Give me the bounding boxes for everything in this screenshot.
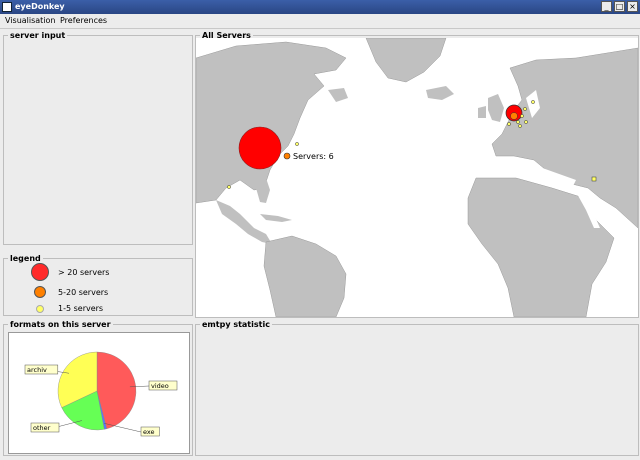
server-small-na-1[interactable]: [295, 142, 299, 146]
server-small-eu-5[interactable]: [531, 100, 535, 104]
server-small-eu-3[interactable]: [523, 107, 527, 111]
server-small-eu-1[interactable]: [516, 120, 520, 124]
maximize-button[interactable]: □: [614, 1, 625, 12]
server-small-eu-6[interactable]: [524, 120, 528, 124]
close-button[interactable]: ×: [627, 1, 638, 12]
pie-chart-area: video exe other archiv: [8, 332, 190, 454]
medium-dot-icon: [34, 286, 46, 298]
server-small-na-2[interactable]: [227, 185, 231, 189]
server-input-panel: server input: [3, 30, 193, 245]
app-icon: [2, 2, 12, 12]
pie-label-other: other: [33, 424, 51, 432]
server-cluster-medium-eu[interactable]: [510, 112, 518, 120]
world-map[interactable]: Servers: 6: [196, 38, 638, 317]
server-input-title: server input: [8, 30, 68, 41]
window-title: eyeDonkey: [15, 2, 65, 11]
pie-label-archiv: archiv: [27, 366, 47, 374]
empty-statistic-panel: emtpy statistic: [195, 319, 639, 456]
formats-title: formats on this server: [8, 319, 113, 330]
server-small-eu-7[interactable]: [507, 122, 511, 126]
pie-label-exe: exe: [143, 428, 155, 436]
pie-label-video: video: [151, 382, 169, 390]
window-title-bar[interactable]: eyeDonkey _ □ ×: [0, 0, 640, 14]
server-small-eu-2[interactable]: [520, 114, 524, 118]
menu-visualisation[interactable]: Visualisation: [5, 16, 56, 25]
server-cluster-large-na[interactable]: [238, 126, 282, 170]
large-dot-icon: [31, 263, 49, 281]
legend-item-small: [30, 300, 44, 318]
map-tooltip: Servers: 6: [293, 152, 334, 161]
world-map-svg[interactable]: Servers: 6: [196, 38, 638, 317]
server-small-middle-east[interactable]: [591, 176, 597, 182]
land-ireland: [478, 106, 486, 118]
menu-bar: Visualisation Preferences: [0, 14, 640, 29]
legend-item-large: [30, 263, 49, 281]
empty-statistic-title: emtpy statistic: [200, 319, 272, 330]
server-small-eu-4[interactable]: [518, 124, 522, 128]
small-dot-icon: [36, 305, 44, 313]
server-cluster-medium-na[interactable]: [283, 152, 291, 160]
legend-item-medium: [30, 283, 46, 301]
legend-label-medium: 5-20 servers: [58, 288, 109, 297]
legend-label-small: 1-5 servers: [58, 304, 104, 313]
legend-label-large: > 20 servers: [58, 268, 110, 277]
pie-chart-svg: video exe other archiv: [24, 351, 178, 437]
minimize-button[interactable]: _: [601, 1, 612, 12]
menu-preferences[interactable]: Preferences: [60, 16, 107, 25]
